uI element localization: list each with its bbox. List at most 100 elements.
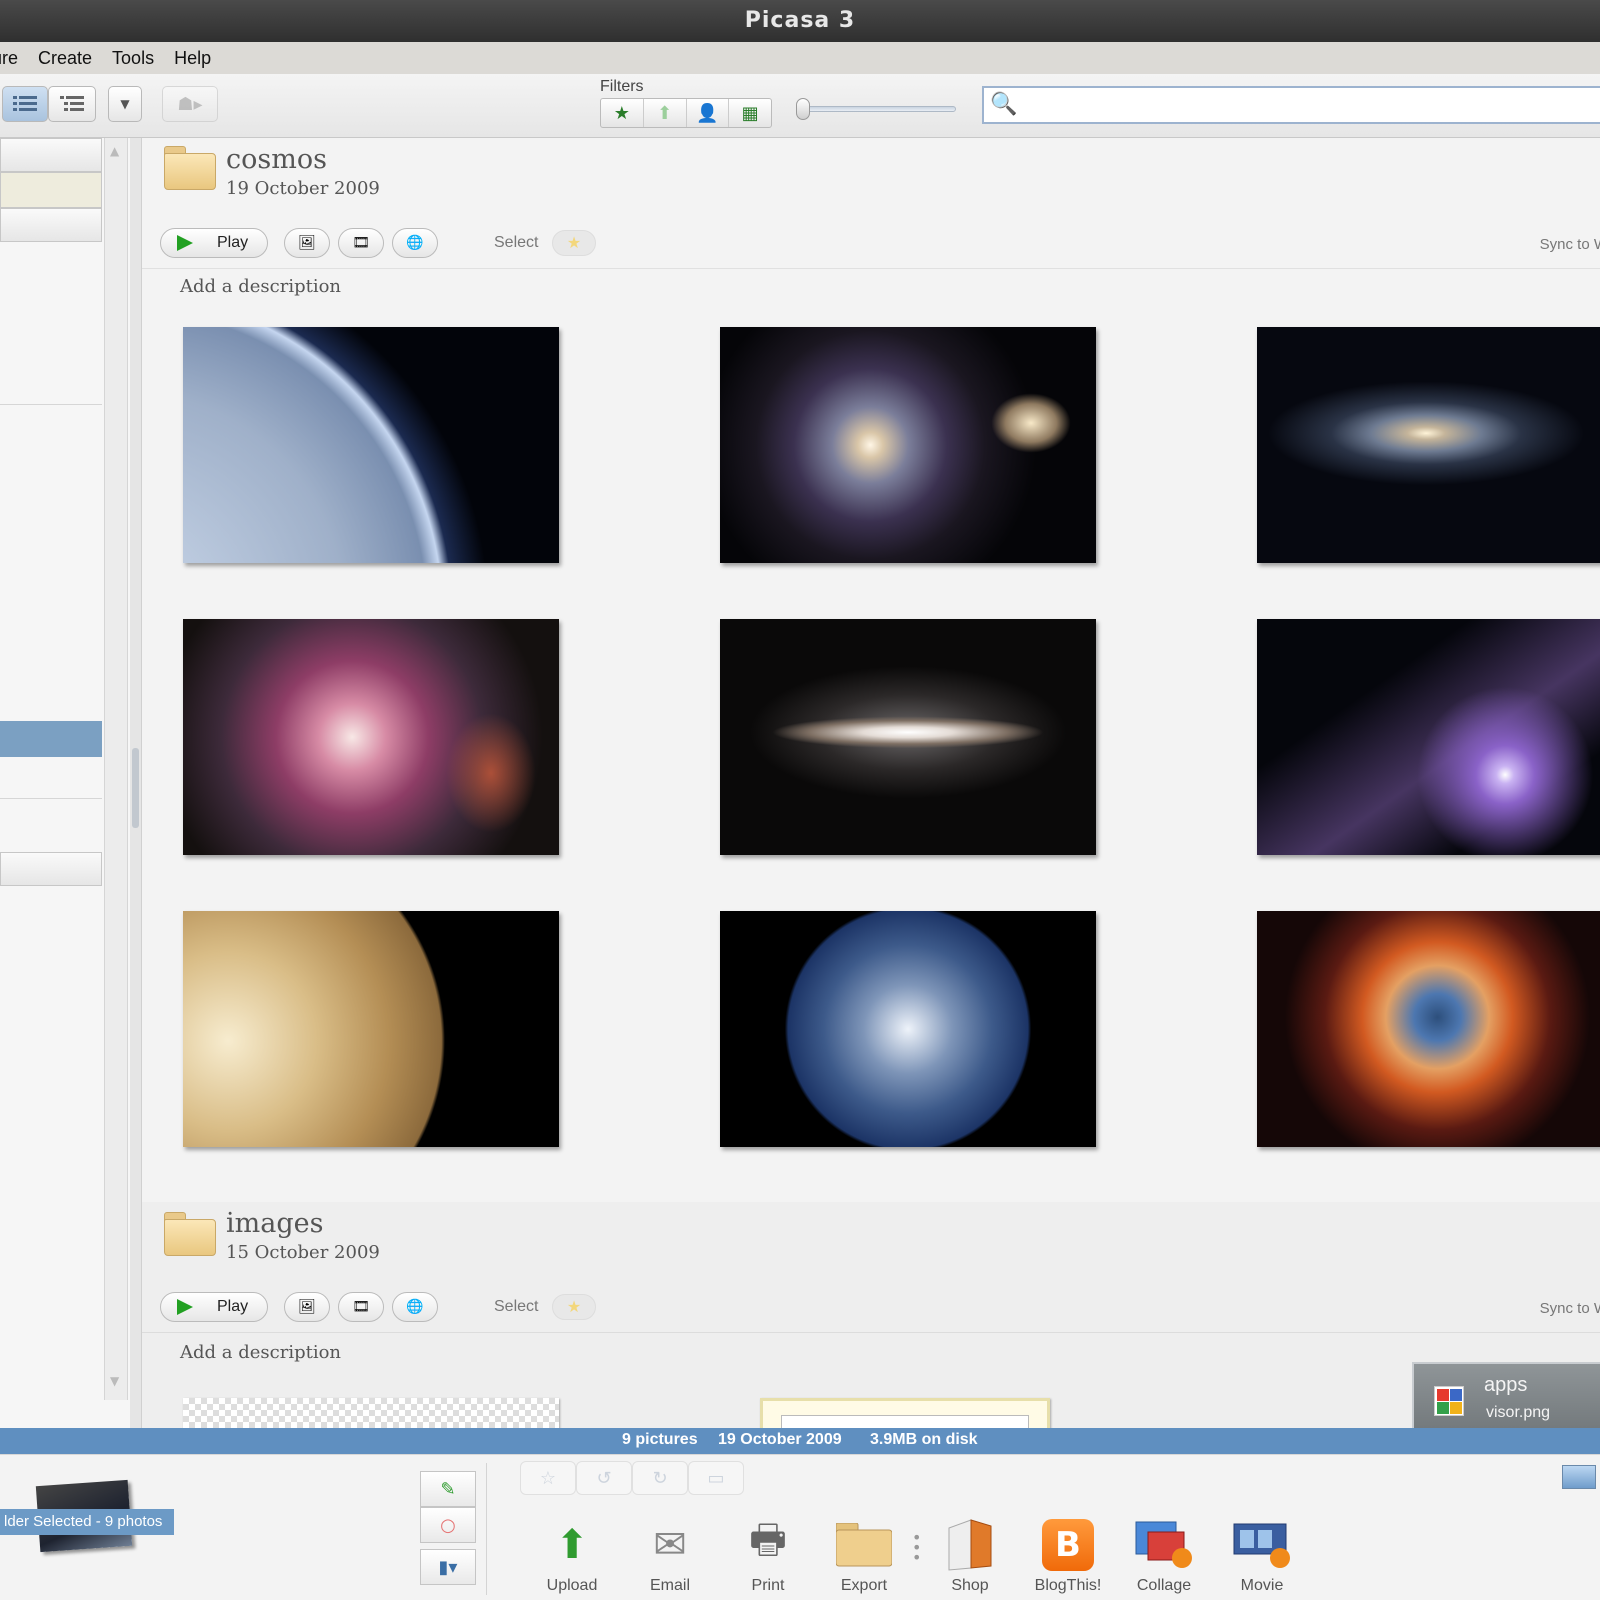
upload-button[interactable]: ⬆ Upload <box>526 1515 618 1595</box>
star-outline-icon: ☆ <box>539 1467 557 1489</box>
flat-view-button[interactable] <box>2 86 48 122</box>
search-field[interactable]: 🔍 <box>982 86 1600 124</box>
add-to-album-button[interactable]: ▮▾ <box>420 1549 476 1585</box>
add-description-field[interactable]: Add a description <box>180 276 341 297</box>
list-icon <box>13 96 37 111</box>
shop-button[interactable]: Shop <box>924 1515 1016 1595</box>
photo-thumbnail-spiral-galaxy[interactable] <box>1257 327 1600 563</box>
splitter-grip[interactable] <box>132 748 139 828</box>
window-title: Picasa 3 <box>744 8 856 33</box>
tray-separator-dots: • • • <box>912 1528 922 1567</box>
printer-icon: 🖶 <box>749 1517 787 1563</box>
select-starred-button[interactable]: ★ <box>552 230 596 256</box>
clear-button[interactable]: ○ <box>420 1507 476 1543</box>
import-button[interactable]: ☗▸ <box>162 86 218 122</box>
filter-starred-button[interactable]: ★ <box>601 99 644 127</box>
sidebar-item[interactable] <box>0 172 102 208</box>
filter-uploaded-button[interactable]: ⬆ <box>644 99 687 127</box>
folder-separator <box>142 1332 1600 1333</box>
upload-label: Upload <box>546 1577 598 1594</box>
folder-icon <box>164 1212 216 1256</box>
print-label: Print <box>751 1577 785 1594</box>
blogthis-button[interactable]: B BlogThis! <box>1022 1515 1114 1595</box>
filter-slider-thumb[interactable] <box>796 98 810 120</box>
sidebar-item[interactable] <box>0 208 102 242</box>
collage-button[interactable]: Collage <box>1118 1515 1210 1595</box>
photo-thumbnail-earth-limb[interactable] <box>183 327 559 563</box>
menu-picture[interactable]: ure <box>0 48 18 69</box>
menu-tools[interactable]: Tools <box>112 48 154 69</box>
export-button[interactable]: Export <box>818 1515 910 1595</box>
select-starred-button[interactable]: ★ <box>552 1294 596 1320</box>
shop-label: Shop <box>951 1577 989 1594</box>
sync-to-web-label[interactable]: Sync to W <box>1540 236 1600 253</box>
sync-to-web-label[interactable]: Sync to W <box>1540 1300 1600 1317</box>
status-date: 19 October 2009 <box>718 1431 842 1448</box>
play-icon <box>177 235 193 251</box>
status-size: 3.9MB on disk <box>870 1431 978 1448</box>
sidebar-divider <box>0 404 102 405</box>
photo-thumbnail-earth[interactable] <box>720 911 1096 1147</box>
tray-edit-buttons: ☆ ↺ ↻ ▭ <box>520 1461 744 1495</box>
filter-faces-button[interactable]: 👤 <box>687 99 730 127</box>
email-button[interactable]: ✉ Email <box>624 1515 716 1595</box>
tree-view-button[interactable] <box>48 86 96 122</box>
filters-label: Filters <box>600 78 644 95</box>
add-description-field[interactable]: Add a description <box>180 1342 341 1363</box>
folder-separator <box>142 268 1600 269</box>
rotate-right-button[interactable]: ↻ <box>632 1461 688 1495</box>
photo-thumbnail-transparent[interactable] <box>183 1398 559 1428</box>
geotag-button[interactable]: 🌐 <box>392 1292 438 1322</box>
picture-search-icon[interactable] <box>1562 1465 1596 1489</box>
hold-button[interactable]: ✎ <box>420 1471 476 1507</box>
create-movie-button[interactable]: 🎞 <box>338 228 384 258</box>
create-movie-button[interactable]: 🎞 <box>338 1292 384 1322</box>
photo-thumbnail-helix-nebula[interactable] <box>1257 911 1600 1147</box>
play-slideshow-button[interactable]: Play <box>160 228 268 258</box>
sidebar-item-selected[interactable] <box>0 721 102 757</box>
menu-help[interactable]: Help <box>174 48 211 69</box>
photo-thumbnail-orion-nebula[interactable] <box>183 619 559 855</box>
menu-create[interactable]: Create <box>38 48 92 69</box>
photo-thumbnail-comet[interactable] <box>1257 619 1600 855</box>
rotate-left-button[interactable]: ↺ <box>576 1461 632 1495</box>
sidebar-item[interactable] <box>0 138 102 172</box>
shop-book-icon <box>940 1515 1000 1575</box>
filter-slider-track[interactable] <box>800 106 956 112</box>
sidebar-scrollbar[interactable]: ▲ ▼ <box>104 138 128 1400</box>
folder-list-sidebar: ▲ ▼ <box>0 138 130 1428</box>
add-to-collage-button[interactable]: 🖼 <box>284 228 330 258</box>
photo-thumbnail-jupiter[interactable] <box>183 911 559 1147</box>
movie-label: Movie <box>1240 1577 1284 1594</box>
menu-bar: ure Create Tools Help <box>0 42 1600 74</box>
folder-name[interactable]: images <box>226 1208 323 1239</box>
sidebar-item[interactable] <box>0 852 102 886</box>
movie-button[interactable]: Movie <box>1216 1515 1308 1595</box>
folder-date: 19 October 2009 <box>226 178 380 199</box>
caption-button[interactable]: ▭ <box>688 1461 744 1495</box>
folder-name[interactable]: cosmos <box>226 144 327 175</box>
panel-splitter[interactable] <box>130 138 142 1428</box>
email-label: Email <box>649 1577 690 1594</box>
green-pin-icon: ✎ <box>440 1478 456 1500</box>
photo-thumbnail-framed[interactable] <box>760 1398 1050 1428</box>
album-dropdown-icon: ▮▾ <box>438 1556 458 1578</box>
clear-circle-icon: ○ <box>440 1514 456 1536</box>
people-arrow-icon: ☗▸ <box>177 93 203 115</box>
search-input[interactable] <box>1024 92 1584 118</box>
film-icon: ▦ <box>741 102 759 124</box>
geotag-button[interactable]: 🌐 <box>392 228 438 258</box>
play-slideshow-button[interactable]: Play <box>160 1292 268 1322</box>
folder-icon <box>164 146 216 190</box>
photo-thumbnail-sombrero-galaxy[interactable] <box>720 619 1096 855</box>
scroll-up-icon[interactable]: ▲ <box>110 144 119 158</box>
view-dropdown-button[interactable]: ▼ <box>108 86 142 122</box>
add-to-collage-button[interactable]: 🖼 <box>284 1292 330 1322</box>
photo-thumbnail-whirlpool-galaxy[interactable] <box>720 327 1096 563</box>
upload-icon: ⬆ <box>555 1522 589 1568</box>
filter-group: ★ ⬆ 👤 ▦ <box>600 98 772 128</box>
filter-movies-button[interactable]: ▦ <box>729 99 771 127</box>
print-button[interactable]: 🖶 Print <box>722 1515 814 1595</box>
star-button[interactable]: ☆ <box>520 1461 576 1495</box>
scroll-down-icon[interactable]: ▼ <box>110 1374 119 1388</box>
